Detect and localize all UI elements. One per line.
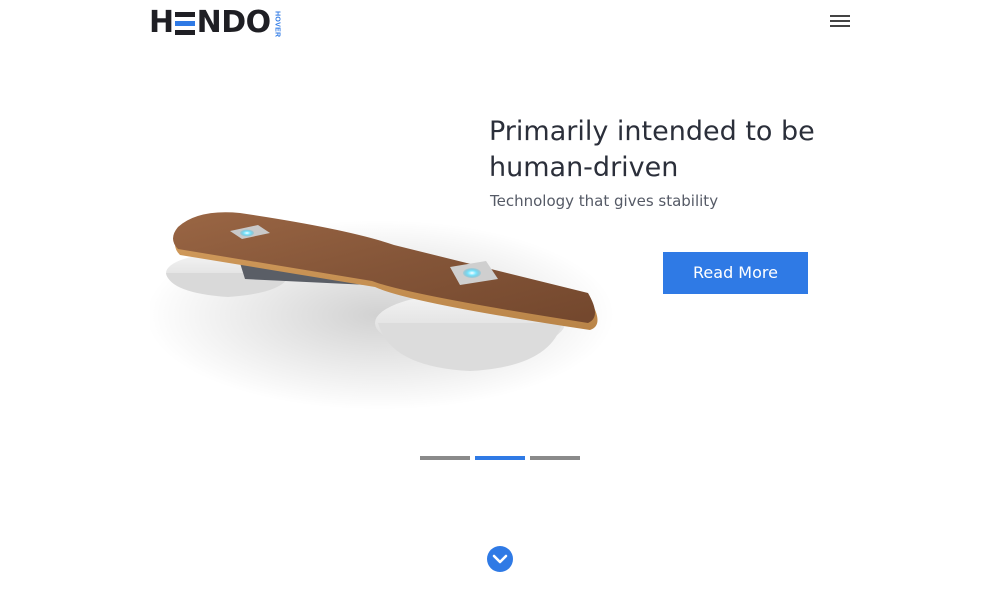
read-more-button[interactable]: Read More — [663, 252, 808, 294]
slider-indicator-3[interactable] — [530, 456, 580, 460]
chevron-down-circle-icon[interactable] — [487, 546, 513, 572]
logo-wordmark: H N D O — [149, 8, 271, 38]
slider-indicator-2[interactable] — [475, 456, 525, 460]
logo-letter-e-mark — [174, 11, 195, 35]
slider-indicator-1[interactable] — [420, 456, 470, 460]
logo-letter-d: D — [221, 5, 246, 40]
brand-logo[interactable]: H N D O HOVER — [149, 8, 281, 38]
hoverboard-product-image — [150, 212, 615, 410]
page: H N D O HOVER Primarily intended to be h… — [0, 0, 1000, 600]
chevron-down-icon — [492, 554, 508, 564]
logo-letter-o: O — [245, 5, 272, 40]
hero-title: Primarily intended to be human-driven — [489, 116, 815, 183]
hamburger-menu-icon[interactable] — [827, 11, 853, 31]
logo-subtext: HOVER — [273, 11, 281, 38]
hero-subtitle: Technology that gives stability — [490, 192, 719, 210]
slider-indicators — [420, 456, 580, 460]
logo-letter-h: H — [149, 5, 174, 40]
logo-letter-n: N — [196, 5, 222, 40]
